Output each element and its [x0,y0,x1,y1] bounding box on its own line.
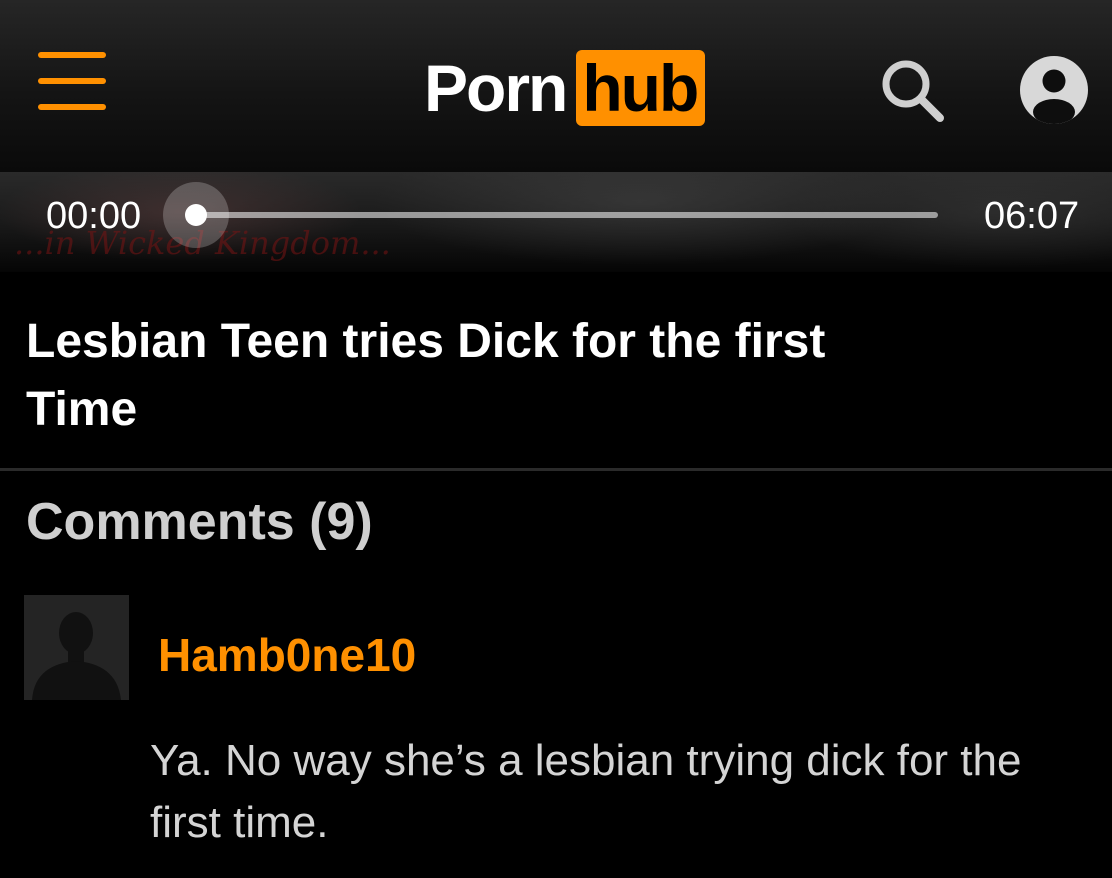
comments-heading: Comments (9) [26,493,373,551]
menu-bar-middle [38,78,106,84]
video-player-controls[interactable]: ...in Wicked Kingdom... 00:00 06:07 [0,172,1112,272]
commenter-avatar[interactable] [24,595,129,700]
video-title: Lesbian Teen tries Dick for the first Ti… [26,315,826,436]
scrubber-dot [185,204,207,226]
default-avatar-silhouette-icon [24,595,129,700]
menu-bar-top [38,52,106,58]
total-duration: 06:07 [984,195,1080,237]
comment-body: Ya. No way she’s a lesbian trying dick f… [150,736,1022,847]
current-time: 00:00 [46,195,142,237]
site-logo[interactable]: Porn hub [424,50,706,126]
user-account-icon[interactable] [1018,54,1090,126]
section-divider [0,468,1112,471]
logo-text-part2: hub [576,50,706,126]
progress-track[interactable] [196,212,938,218]
search-icon[interactable] [878,56,948,126]
menu-bar-bottom [38,104,106,110]
hamburger-menu-icon[interactable] [38,52,106,112]
comment-username[interactable]: Hamb0ne10 [158,628,416,682]
top-header: Porn hub [0,0,1112,172]
progress-scrubber-handle[interactable] [163,182,229,248]
logo-text-part1: Porn [424,51,568,125]
